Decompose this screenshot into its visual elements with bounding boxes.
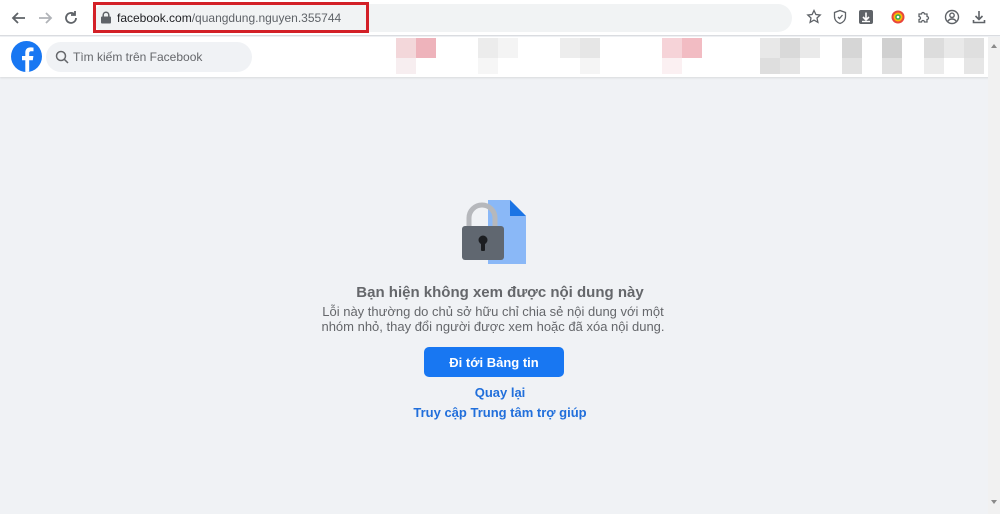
error-description: Lỗi này thường do chủ sở hữu chỉ chia sẻ… [321,304,665,334]
blurred-account-block [944,38,964,58]
go-to-news-feed-button[interactable]: Đi tới Bảng tin [424,347,564,377]
scroll-down-arrow-icon[interactable] [990,498,998,506]
downloads-icon[interactable] [970,8,988,26]
back-icon[interactable] [7,6,31,30]
blurred-nav-block [662,58,682,74]
blurred-account-block [882,58,902,74]
blurred-nav-block [416,38,436,58]
blurred-account-block [760,58,780,74]
blurred-nav-block [580,38,600,58]
download-extension-icon[interactable] [857,8,875,26]
colorful-extension-icon[interactable] [889,8,907,26]
blurred-nav-block [682,38,702,58]
blurred-account-block [760,38,780,58]
blurred-nav-block [662,38,682,58]
blurred-nav-block [396,38,416,58]
go-back-link-row: Quay lại [0,385,1000,400]
profile-icon[interactable] [943,8,961,26]
help-center-link-row: Truy cập Trung tâm trợ giúp [0,405,1000,420]
blurred-account-block [882,38,902,58]
facebook-header [0,37,1000,77]
blurred-nav-block [478,58,498,74]
search-icon [55,50,69,64]
bookmark-star-icon[interactable] [805,8,823,26]
content-unavailable-panel: Bạn hiện không xem được nội dung này Lỗi… [0,78,1000,514]
blurred-nav-block [580,58,600,74]
error-title: Bạn hiện không xem được nội dung này [356,284,644,301]
blurred-account-block [924,38,944,58]
blurred-account-block [964,38,984,58]
blurred-nav-block [396,58,416,74]
reload-icon[interactable] [59,6,83,30]
blurred-account-block [780,38,800,58]
shield-icon[interactable] [831,8,849,26]
browser-toolbar: facebook.com/quangdung.nguyen.355744 [0,0,1000,36]
blurred-account-block [924,58,944,74]
go-back-link[interactable]: Quay lại [475,385,526,400]
blurred-account-block [780,58,800,74]
scroll-up-arrow-icon[interactable] [990,42,998,50]
search-box[interactable] [46,42,252,72]
blurred-account-block [842,58,862,74]
facebook-logo-icon[interactable] [11,41,42,72]
page-scrollbar[interactable] [988,37,1000,514]
blurred-nav-block [478,38,498,58]
puzzle-extensions-icon[interactable] [915,8,933,26]
url-highlight-box [93,2,369,33]
locked-content-icon [462,200,526,264]
blurred-account-block [964,58,984,74]
forward-icon[interactable] [33,6,57,30]
help-center-link[interactable]: Truy cập Trung tâm trợ giúp [413,405,586,420]
blurred-nav-block [498,38,518,58]
blurred-account-block [842,38,862,58]
search-input[interactable] [73,42,243,72]
blurred-account-block [800,38,820,58]
blurred-nav-block [560,38,580,58]
